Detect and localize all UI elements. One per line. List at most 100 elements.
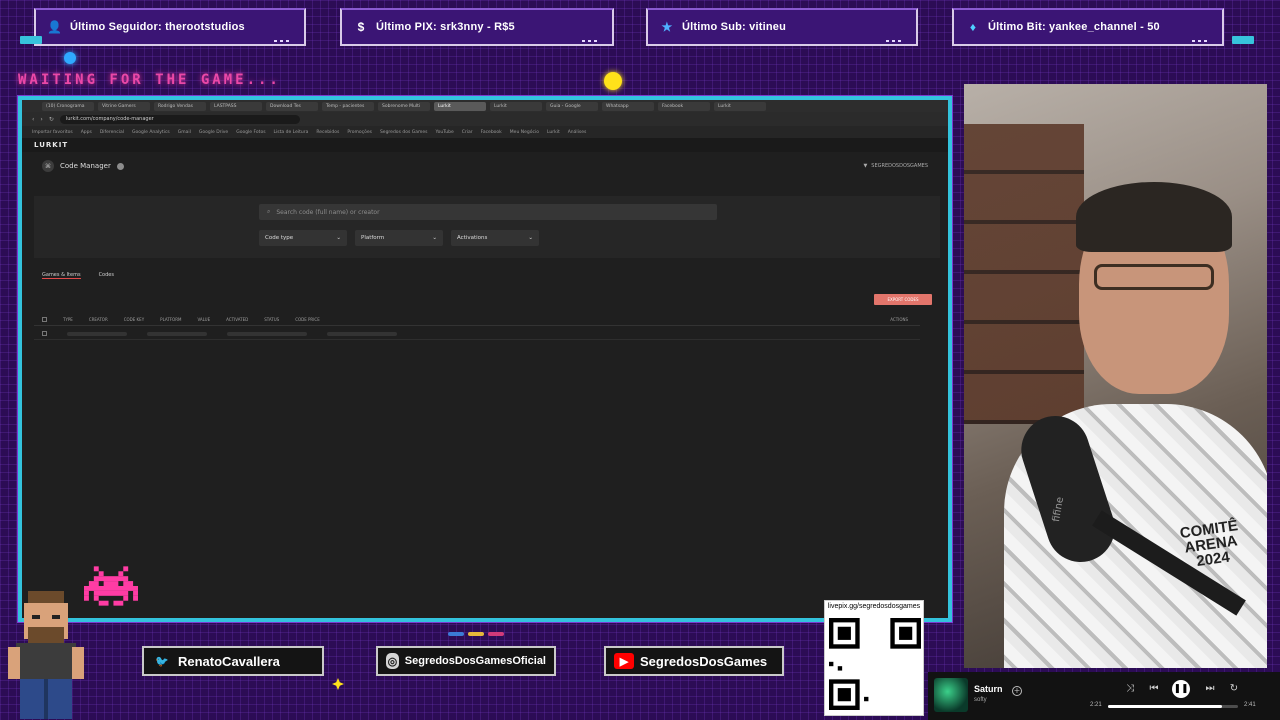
browser-tab[interactable]: Vitrine Gamers <box>98 101 150 111</box>
activations-dropdown[interactable]: Activations ⌄ <box>451 230 539 246</box>
browser-tab[interactable]: Rodrigo Vendas <box>154 101 206 111</box>
previous-icon[interactable]: ⏮ <box>1146 680 1162 696</box>
youtube-handle: SegredosDosGames <box>640 653 768 669</box>
alert-last-follower: 👤 Último Seguidor: therootstudios <box>34 8 306 46</box>
twitter-handle: RenatoCavallera <box>178 653 280 669</box>
column-header[interactable]: CODE PRICE <box>295 317 320 322</box>
alert-decoration <box>274 40 292 42</box>
browser-tab[interactable]: Whatsapp <box>602 101 654 111</box>
forward-icon[interactable]: › <box>40 116 42 123</box>
browser-tab[interactable]: Sobrenome Multi <box>378 101 430 111</box>
bookmark-item[interactable]: Importar favoritos <box>32 130 73 135</box>
pause-button[interactable]: ❚❚ <box>1172 680 1190 698</box>
code-type-label: Code type <box>265 235 294 241</box>
column-header[interactable]: STATUS <box>264 317 279 322</box>
account-menu[interactable]: ▼ SEGREDOSDOSGAMES <box>863 163 928 169</box>
chevron-down-icon: ⌄ <box>336 235 341 241</box>
browser-tab[interactable]: Lurkit <box>714 101 766 111</box>
bookmark-item[interactable]: Promoções <box>347 130 372 135</box>
alert-last-follower-text: Último Seguidor: therootstudios <box>70 21 245 33</box>
column-header[interactable]: ACTIVATED <box>226 317 248 322</box>
dollar-icon: $ <box>357 20 365 34</box>
column-header[interactable]: CODE KEY <box>124 317 144 322</box>
diamond-icon: ♦ <box>969 20 977 34</box>
browser-tab[interactable]: Guia - Google <box>546 101 598 111</box>
column-header[interactable]: ACTIONS <box>890 317 920 322</box>
bookmark-item[interactable]: Google Analytics <box>132 130 170 135</box>
info-icon[interactable] <box>116 162 124 170</box>
alert-decoration <box>886 40 904 42</box>
site-logo[interactable]: LURKIT <box>22 138 948 152</box>
address-input[interactable]: lurkit.com/company/code-manager <box>59 114 300 124</box>
yellow-dot-decoration <box>604 72 622 90</box>
browser-tab[interactable]: Lurkit <box>490 101 542 111</box>
webcam-feed: fifine COMITÊ ARENA 2024 <box>964 84 1267 668</box>
elapsed-time: 2:21 <box>1090 702 1102 708</box>
bookmark-item[interactable]: Recebidos <box>316 130 339 135</box>
browser-url-bar: ‹ › ↻ lurkit.com/company/code-manager <box>22 112 948 126</box>
streamer-hair <box>1076 182 1232 252</box>
account-name: SEGREDOSDOSGAMES <box>871 163 928 169</box>
waiting-text: WAITING FOR THE GAME... <box>18 72 281 88</box>
bookmark-item[interactable]: Apps <box>81 130 92 135</box>
page-title: Code Manager <box>60 162 111 170</box>
alert-last-bit-text: Último Bit: yankee_channel - 50 <box>988 21 1160 33</box>
user-icon: 👤 <box>47 20 63 34</box>
column-header[interactable]: PLATFORM <box>160 317 181 322</box>
bookmark-item[interactable]: Google Fotos <box>236 130 265 135</box>
browser-tab[interactable]: Download Tes <box>266 101 318 111</box>
column-header[interactable]: VALUE <box>197 317 210 322</box>
chevron-down-icon: ⌄ <box>528 235 533 241</box>
track-artist: softy <box>974 697 987 703</box>
browser-tab[interactable]: (10) Cronograma <box>42 101 94 111</box>
browser-tab[interactable]: LASTPASS <box>210 101 262 111</box>
row-checkbox[interactable] <box>42 331 47 336</box>
shuffle-icon[interactable]: ⤨ <box>1122 680 1138 696</box>
table-row[interactable] <box>34 328 920 340</box>
bookmark-item[interactable]: Análises <box>568 130 587 135</box>
browser-tab[interactable]: Facebook <box>658 101 710 111</box>
reload-icon[interactable]: ↻ <box>49 116 54 123</box>
back-icon[interactable]: ‹ <box>32 116 34 123</box>
browser-tab[interactable]: Lurkit <box>434 101 486 111</box>
column-header[interactable]: TYPE <box>63 317 73 322</box>
next-icon[interactable]: ⏭ <box>1202 680 1218 696</box>
bookmark-item[interactable]: Facebook <box>481 130 502 135</box>
album-art <box>934 678 968 712</box>
bookmark-item[interactable]: Google Drive <box>199 130 228 135</box>
social-twitter: 🐦 RenatoCavallera <box>142 646 324 676</box>
bar <box>488 632 504 636</box>
blue-dot-decoration <box>64 52 76 64</box>
tab-games-items[interactable]: Games & Items <box>42 272 81 279</box>
browser-tab[interactable]: Temp - pacientes <box>322 101 374 111</box>
progress-bar[interactable] <box>1108 705 1238 708</box>
bookmark-item[interactable]: YouTube <box>435 130 453 135</box>
bookmark-item[interactable]: Gmail <box>178 130 191 135</box>
alert-decoration <box>582 40 600 42</box>
export-codes-button[interactable]: EXPORT CODES <box>874 294 932 305</box>
filter-icon: ▼ <box>863 163 868 169</box>
bookmark-item[interactable]: Segredos dos Games <box>380 130 428 135</box>
search-icon: ⌕ <box>267 208 271 215</box>
filters-panel: ⌕ Search code (full name) or creator Cod… <box>34 196 940 258</box>
alert-last-pix: $ Último PIX: srk3nny - R$5 <box>340 8 614 46</box>
screen-capture: (10) Cronograma Vitrine Gamers Rodrigo Ven… <box>18 96 952 622</box>
alert-last-sub-text: Último Sub: vitineu <box>682 21 787 33</box>
select-all-checkbox[interactable] <box>42 317 47 322</box>
bookmark-item[interactable]: Meu Negócio <box>510 130 539 135</box>
code-type-dropdown[interactable]: Code type ⌄ <box>259 230 347 246</box>
browser-tab-bar: (10) Cronograma Vitrine Gamers Rodrigo Ven… <box>22 100 948 112</box>
tab-codes[interactable]: Codes <box>99 272 114 278</box>
bookmark-item[interactable]: Diferencial <box>100 130 124 135</box>
search-input[interactable]: ⌕ Search code (full name) or creator <box>259 204 717 220</box>
bookmark-item[interactable]: Lurkit <box>547 130 560 135</box>
repeat-icon[interactable]: ↻ <box>1226 680 1242 696</box>
instagram-icon: ◎ <box>386 653 399 669</box>
twitter-icon: 🐦 <box>155 655 169 668</box>
add-to-library-icon[interactable]: + <box>1012 686 1022 696</box>
column-header[interactable]: CREATOR <box>89 317 108 322</box>
platform-dropdown[interactable]: Platform ⌄ <box>355 230 443 246</box>
bookmark-item[interactable]: Lista de Leitura <box>274 130 309 135</box>
bookmark-item[interactable]: Criar <box>462 130 473 135</box>
platform-label: Platform <box>361 235 385 241</box>
